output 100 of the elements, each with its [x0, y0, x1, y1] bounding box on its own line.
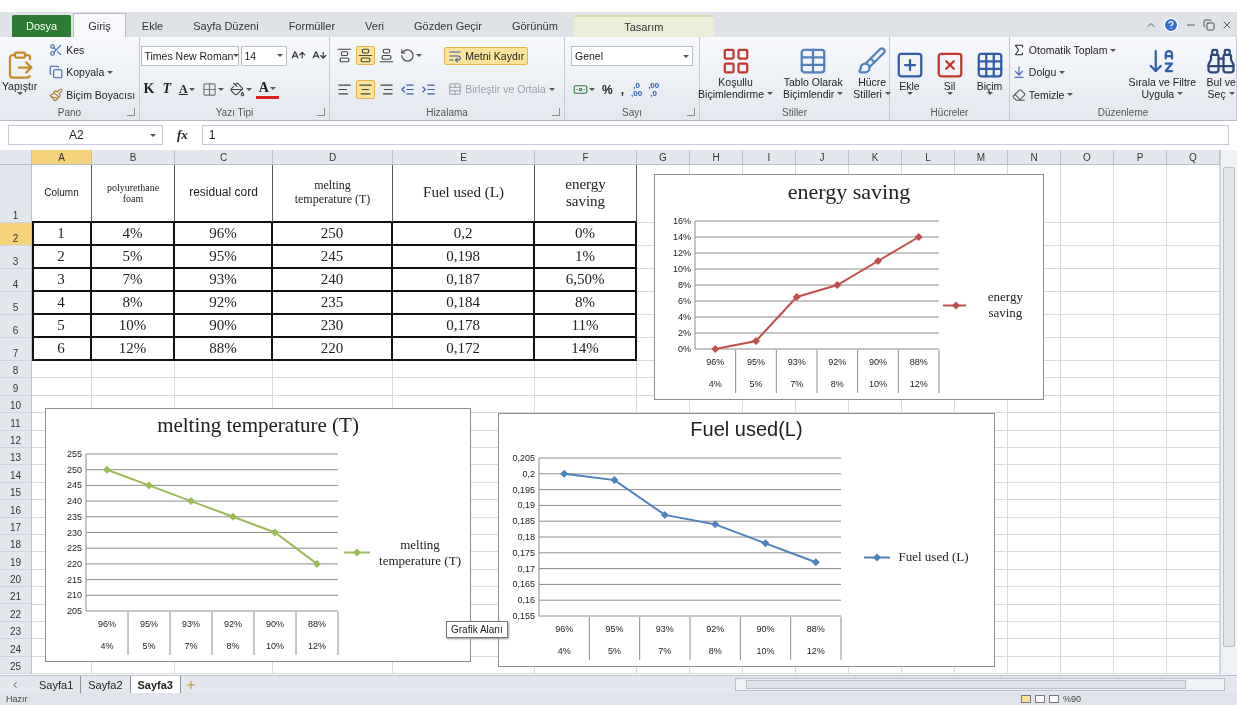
ribbon-tab[interactable]: Formüller — [274, 15, 350, 37]
group-label: Stiller — [782, 107, 807, 118]
ribbon-button[interactable]: Kopyala — [45, 63, 118, 82]
toolbar-button[interactable]: T — [159, 80, 174, 99]
table-cell: 8% — [92, 292, 175, 315]
ribbon-button[interactable]: Tablo Olarak Biçimlendir — [781, 45, 846, 100]
table-cell: 240 — [273, 269, 393, 292]
column-header[interactable]: A — [32, 150, 92, 165]
category-label: 5% — [142, 641, 156, 651]
ribbon-tab[interactable]: Dosya — [12, 15, 72, 37]
row-header[interactable]: 24 — [0, 639, 32, 657]
ribbon-button[interactable]: Yapıştır — [0, 50, 40, 95]
ribbon-tab[interactable]: Tasarım — [573, 15, 714, 37]
column-header[interactable]: C — [175, 150, 273, 165]
row-header[interactable]: 22 — [0, 604, 32, 622]
row-header[interactable]: 21 — [0, 587, 32, 605]
ribbon-button[interactable]: Koşullu Biçimlendirme — [696, 45, 775, 100]
column-header[interactable]: N — [1008, 150, 1061, 165]
vertical-scrollbar[interactable] — [1220, 150, 1237, 675]
row-header[interactable]: 14 — [0, 465, 32, 483]
horizontal-scrollbar[interactable] — [735, 678, 1225, 691]
column-header[interactable]: K — [849, 150, 902, 165]
ribbon-button[interactable]: Otomatik Toplam — [1007, 41, 1121, 60]
launcher-icon[interactable] — [127, 108, 135, 116]
normal-view-icon[interactable] — [1021, 695, 1031, 703]
help-icon[interactable] — [1163, 17, 1179, 33]
row-header[interactable]: 6 — [0, 315, 32, 338]
column-header[interactable]: P — [1114, 150, 1167, 165]
toolbar-button[interactable]: A — [175, 80, 198, 98]
launcher-icon[interactable] — [552, 108, 560, 116]
ribbon-tab[interactable]: Sayfa Düzeni — [179, 15, 273, 37]
row-header[interactable]: 7 — [0, 338, 32, 361]
column-header[interactable]: E — [393, 150, 535, 165]
dropdown-field[interactable]: Times New Roman — [140, 45, 239, 66]
ribbon-button[interactable]: Ekle — [892, 50, 927, 95]
row-header[interactable]: 16 — [0, 500, 32, 518]
category-label: 4% — [708, 379, 722, 389]
ribbon-button[interactable]: Sil — [932, 50, 967, 95]
column-header[interactable]: G — [637, 150, 690, 165]
caret-icon — [269, 86, 276, 90]
dropdown-field[interactable]: Genel — [571, 46, 693, 66]
row-header[interactable]: 3 — [0, 246, 32, 269]
ribbon-button[interactable]: Kes — [45, 41, 89, 60]
ribbon-tab[interactable]: Ekle — [127, 15, 178, 37]
ribbon-tab[interactable]: Görünüm — [497, 15, 572, 37]
toolbar-button[interactable] — [356, 46, 376, 66]
row-header[interactable]: 8 — [0, 361, 32, 379]
column-header[interactable]: F — [535, 150, 637, 165]
column-header[interactable]: J — [796, 150, 849, 165]
ribbon-tab[interactable]: Giriş — [73, 13, 126, 37]
ribbon-button[interactable]: Biçim Boyacısı — [45, 85, 140, 104]
column-header[interactable]: B — [92, 150, 175, 165]
row-header[interactable]: 9 — [0, 378, 32, 396]
ribbon-button[interactable]: Biçim — [972, 50, 1007, 95]
column-header[interactable]: L — [902, 150, 955, 165]
row-header[interactable]: 19 — [0, 552, 32, 570]
toolbar-button[interactable]: ,0 ,00 — [629, 81, 645, 98]
ribbon-button[interactable]: Hücre Stilleri — [851, 45, 893, 100]
ribbon-tab[interactable]: Veri — [351, 15, 399, 37]
dropdown-field[interactable]: 14 — [240, 45, 287, 66]
ribbon-button[interactable]: Bul ve Seç — [1204, 45, 1237, 100]
column-header[interactable]: D — [273, 150, 393, 165]
caret-icon — [150, 133, 156, 137]
ribbon-button[interactable]: Sırala ve Filtre Uygula — [1126, 45, 1199, 100]
row-header[interactable]: 1 — [0, 165, 32, 223]
row-header[interactable]: 5 — [0, 292, 32, 315]
launcher-icon[interactable] — [687, 108, 695, 116]
data-marker — [761, 539, 770, 548]
column-header[interactable]: Q — [1167, 150, 1220, 165]
formula-field[interactable]: 1 — [201, 125, 1229, 145]
name-box[interactable]: A2 — [8, 125, 163, 145]
toolbar-button[interactable]: K — [140, 80, 158, 99]
column-header[interactable]: O — [1061, 150, 1114, 165]
column-header[interactable]: H — [690, 150, 743, 165]
tick-label: 10% — [673, 264, 691, 274]
row-header[interactable]: 4 — [0, 269, 32, 292]
toolbar-button[interactable]: % — [599, 81, 616, 98]
toolbar-button[interactable]: ,00 ,0 — [646, 81, 662, 98]
ribbon-button[interactable]: Dolgu — [1007, 63, 1070, 82]
function-button[interactable]: fx — [169, 127, 196, 143]
row-header[interactable]: 2 — [0, 223, 32, 246]
row-header[interactable]: 11 — [0, 413, 32, 431]
launcher-icon[interactable] — [317, 108, 325, 116]
ribbon-button[interactable]: Temizle — [1007, 85, 1078, 104]
chart-area[interactable]: energy saving 0% 2% 4% 6% 8% 10% 12% 14% 16% 96% 4% 95% 5% 93% 7% 92% 8% 90% 10% 88% 12% energy saving — [654, 174, 1044, 400]
toolbar-button[interactable] — [356, 79, 376, 99]
close-icon[interactable] — [1221, 19, 1233, 31]
column-header[interactable]: M — [955, 150, 1008, 165]
page-break-icon[interactable] — [1049, 695, 1059, 703]
zoom-level[interactable]: %90 — [1063, 694, 1081, 704]
sheet-nav-icon[interactable] — [10, 679, 20, 690]
ribbon-tab[interactable]: Gözden Geçir — [400, 15, 496, 37]
column-header[interactable]: I — [743, 150, 796, 165]
toolbar-button[interactable]: , — [617, 81, 627, 98]
restore-icon[interactable] — [1203, 19, 1215, 31]
page-layout-icon[interactable] — [1035, 695, 1045, 703]
ribbon-button[interactable]: Metni Kaydır — [444, 46, 529, 65]
toolbar-button[interactable]: A — [255, 79, 279, 100]
caret-icon — [1059, 71, 1066, 74]
sheet-tab[interactable]: Sayfa3 — [130, 676, 181, 693]
